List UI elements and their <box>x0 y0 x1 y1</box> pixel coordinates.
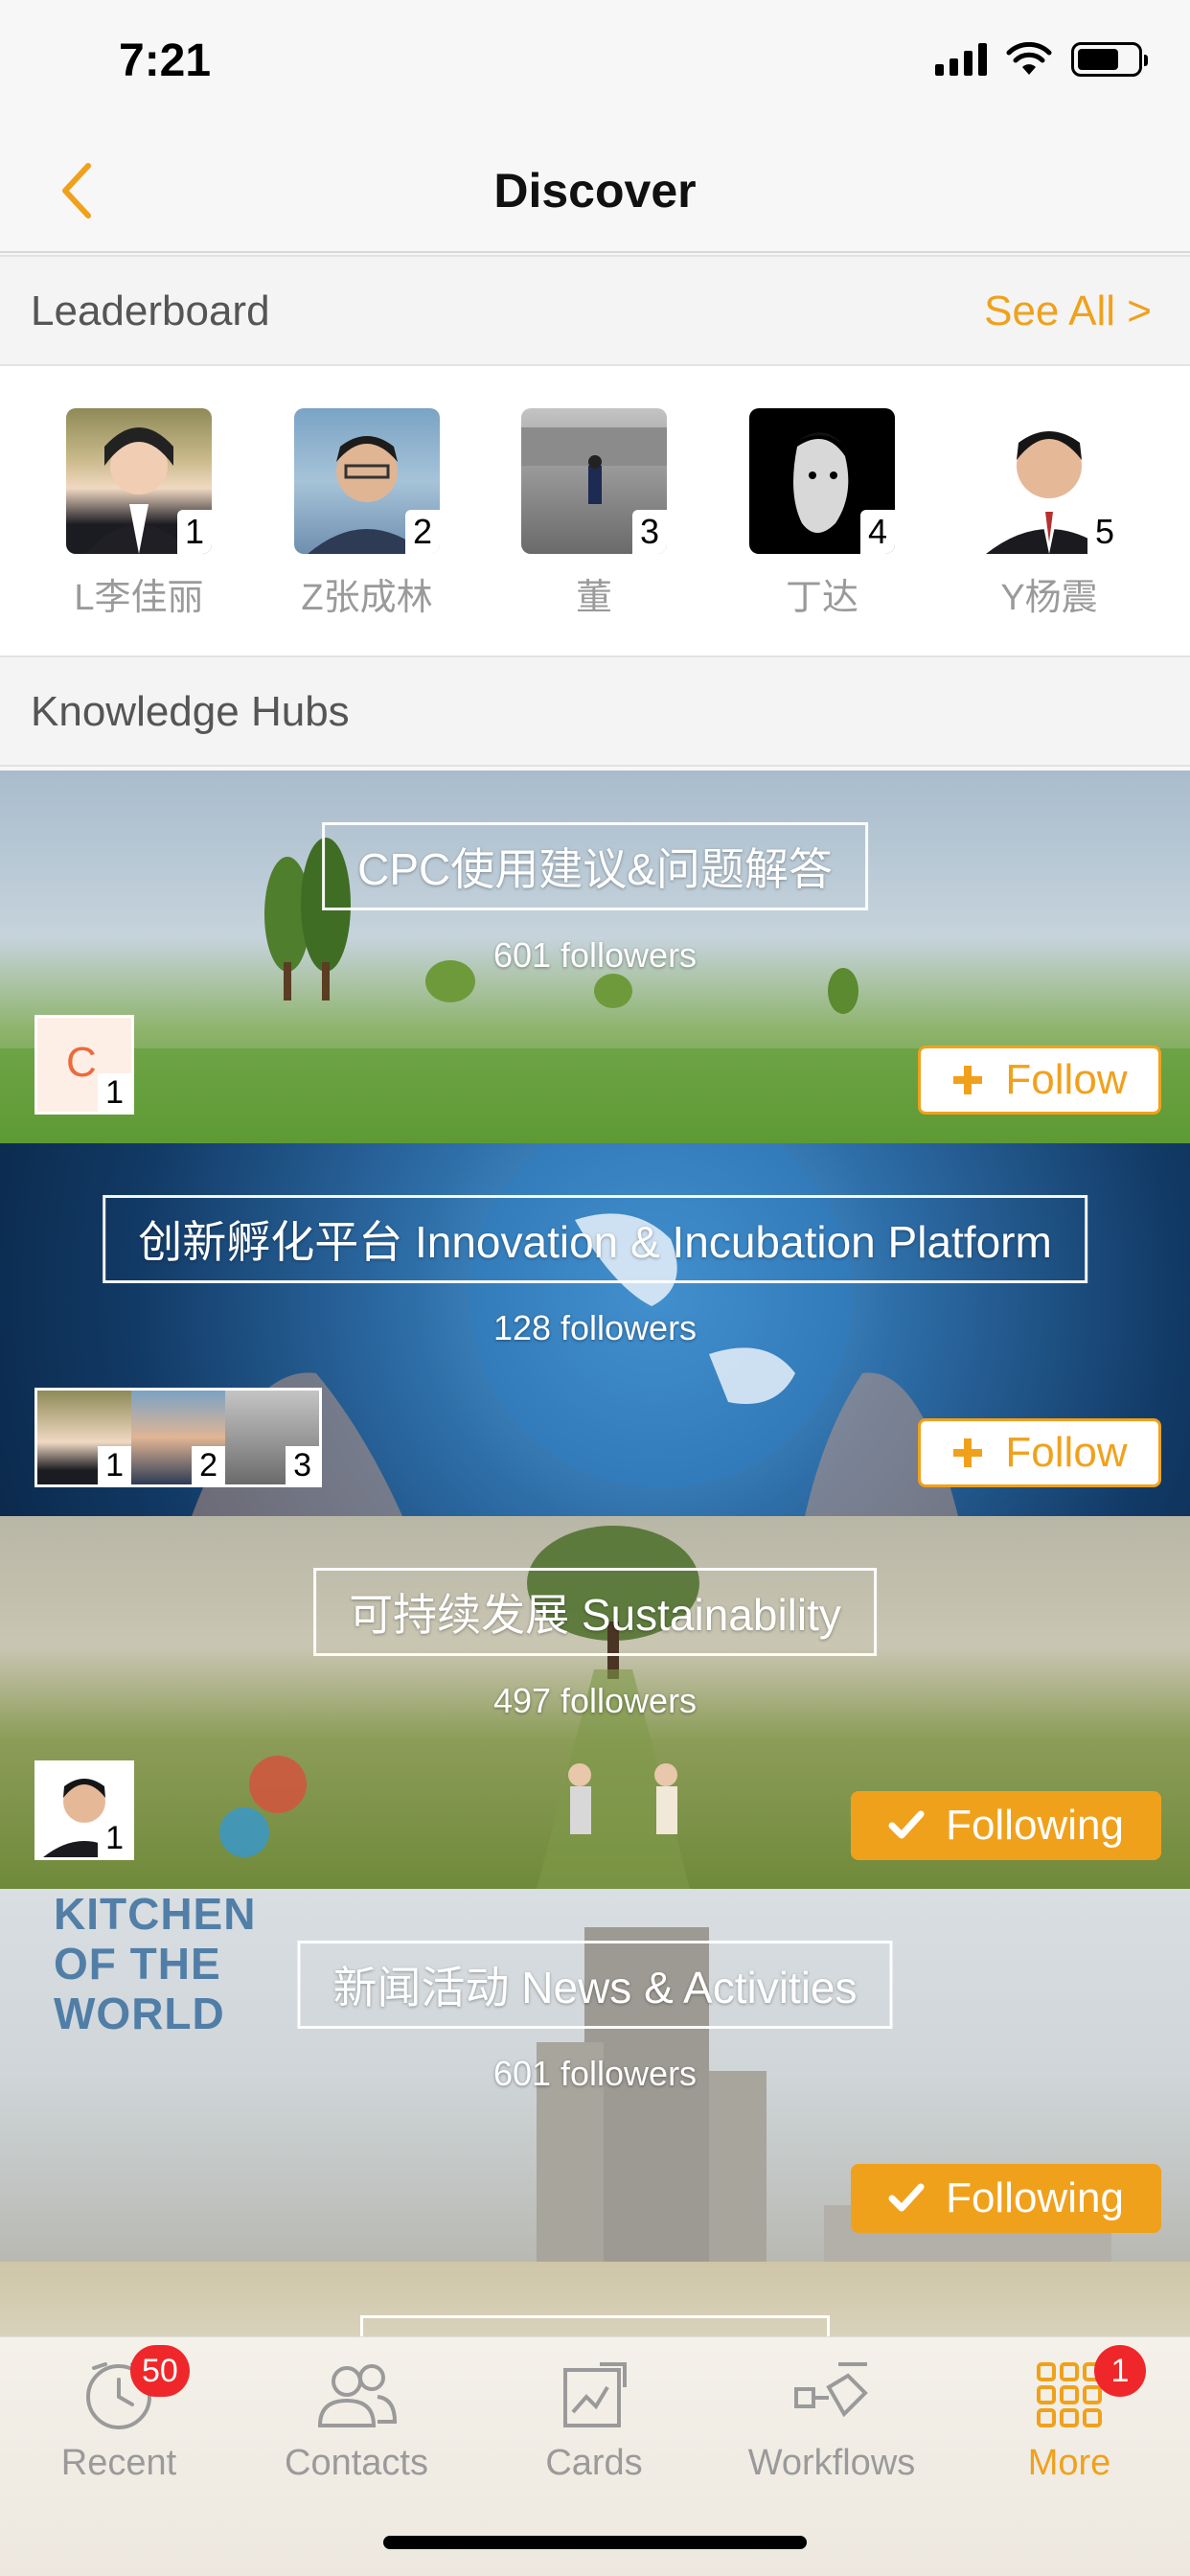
hub-card[interactable] <box>0 2262 1190 2336</box>
hub-card[interactable]: 可持续发展 Sustainability 497 followers 1 Fol… <box>0 1516 1190 1889</box>
tab-cards[interactable]: Cards <box>489 2357 699 2484</box>
member-avatar[interactable]: C 1 <box>37 1018 131 1112</box>
status-icons <box>935 42 1148 77</box>
status-time: 7:21 <box>119 35 212 86</box>
following-button-label: Following <box>946 2174 1124 2221</box>
status-bar: 7:21 <box>0 0 1190 128</box>
tab-label: Workflows <box>747 2443 916 2483</box>
plus-icon <box>953 1066 983 1094</box>
notification-badge: 1 <box>1094 2345 1146 2397</box>
member-strip: C 1 <box>34 1015 134 1115</box>
tab-contacts[interactable]: Contacts <box>251 2357 462 2484</box>
battery-icon <box>1071 42 1148 77</box>
hub-followers: 601 followers <box>492 935 698 975</box>
leaderboard-title: Leaderboard <box>31 288 270 334</box>
tab-label: Contacts <box>285 2443 428 2483</box>
rank-badge: 1 <box>98 1819 131 1857</box>
leader-name: 丁达 <box>785 578 858 618</box>
rank-badge: 3 <box>631 510 667 554</box>
page-title: Discover <box>493 164 697 218</box>
plus-icon <box>953 1438 983 1467</box>
hub-title: 新闻活动 News & Activities <box>297 1941 893 2029</box>
wifi-icon <box>1006 42 1052 75</box>
hub-followers: 128 followers <box>492 1308 698 1347</box>
hub-card[interactable]: 创新孵化平台 Innovation & Incubation Platform … <box>0 1143 1190 1516</box>
see-all-link[interactable]: See All > <box>984 288 1152 335</box>
rank-badge: 1 <box>98 1446 131 1484</box>
checkmark-icon <box>888 2183 925 2212</box>
avatar: 4 <box>749 408 895 554</box>
member-avatar[interactable]: 3 <box>225 1391 319 1484</box>
tab-label: Cards <box>545 2443 643 2483</box>
rank-badge: 1 <box>176 510 212 554</box>
member-avatar[interactable]: 1 <box>37 1763 131 1857</box>
tab-recent[interactable]: 50 Recent <box>13 2345 224 2484</box>
hub-followers: 601 followers <box>492 2054 698 2093</box>
follow-button-label: Follow <box>1005 1429 1128 1476</box>
leader-item[interactable]: 5 Y杨震 <box>968 408 1131 620</box>
follow-button[interactable]: Follow <box>918 1418 1161 1487</box>
home-indicator <box>383 2536 807 2549</box>
member-strip: 1 2 3 <box>34 1388 322 1487</box>
hub-title: CPC使用建议&问题解答 <box>322 822 868 910</box>
leader-item[interactable]: 4 丁达 <box>741 408 904 620</box>
notification-badge: 50 <box>130 2345 190 2397</box>
workflow-icon <box>794 2362 868 2418</box>
rank-badge: 5 <box>1087 510 1122 554</box>
avatar: 1 <box>66 408 212 554</box>
leader-name: Y杨震 <box>1000 578 1098 618</box>
people-icon <box>317 2364 398 2427</box>
leader-name: 董 <box>575 578 612 618</box>
follow-button-label: Follow <box>1005 1056 1128 1103</box>
member-avatar[interactable]: 2 <box>131 1391 225 1484</box>
avatar: 5 <box>976 408 1122 554</box>
tab-label: Recent <box>60 2443 177 2483</box>
rank-badge: 2 <box>192 1446 225 1484</box>
leaderboard: 1 L李佳丽 2 Z张成林 3 董 4 丁达 5 Y杨震 <box>0 366 1190 656</box>
leader-name: Z张成林 <box>301 578 433 618</box>
member-avatar[interactable]: 1 <box>37 1391 131 1484</box>
cards-icon <box>563 2362 627 2427</box>
following-button[interactable]: Following <box>851 2164 1161 2233</box>
hub-title-frame <box>360 2315 830 2336</box>
rank-badge: 4 <box>859 510 895 554</box>
leader-item[interactable]: 2 Z张成林 <box>286 408 448 620</box>
hub-card[interactable]: CPC使用建议&问题解答 601 followers C 1 Follow <box>0 770 1190 1143</box>
hub-title: 创新孵化平台 Innovation & Incubation Platform <box>103 1195 1087 1283</box>
checkmark-icon <box>888 1810 925 1839</box>
following-button[interactable]: Following <box>851 1791 1161 1860</box>
tab-label: More <box>1027 2443 1111 2483</box>
hub-overlay-text: KITCHEN OF THE WORLD <box>54 1889 257 2038</box>
navigation-bar: Discover <box>0 128 1190 253</box>
knowledge-hubs-header: Knowledge Hubs <box>0 656 1190 767</box>
leader-name: L李佳丽 <box>74 578 204 618</box>
following-button-label: Following <box>946 1802 1124 1849</box>
leader-item[interactable]: 1 L李佳丽 <box>57 408 220 620</box>
follow-button[interactable]: Follow <box>918 1046 1161 1115</box>
leaderboard-header: Leaderboard See All > <box>0 255 1190 366</box>
avatar: 3 <box>521 408 667 554</box>
knowledge-hubs-title: Knowledge Hubs <box>31 688 350 735</box>
member-initial: C <box>66 1039 97 1086</box>
hub-card[interactable]: KITCHEN OF THE WORLD 新闻活动 News & Activit… <box>0 1889 1190 2262</box>
leader-item[interactable]: 3 董 <box>513 408 675 620</box>
rank-badge: 2 <box>404 510 440 554</box>
hub-followers: 497 followers <box>492 1681 698 1720</box>
tab-workflows[interactable]: Workflows <box>726 2357 937 2484</box>
hub-title: 可持续发展 Sustainability <box>313 1568 877 1656</box>
avatar: 2 <box>294 408 440 554</box>
member-strip: 1 <box>34 1760 134 1860</box>
rank-badge: 1 <box>98 1073 131 1112</box>
cellular-signal-icon <box>935 43 987 76</box>
tab-more[interactable]: 1 More <box>964 2345 1175 2484</box>
rank-badge: 3 <box>286 1446 319 1484</box>
